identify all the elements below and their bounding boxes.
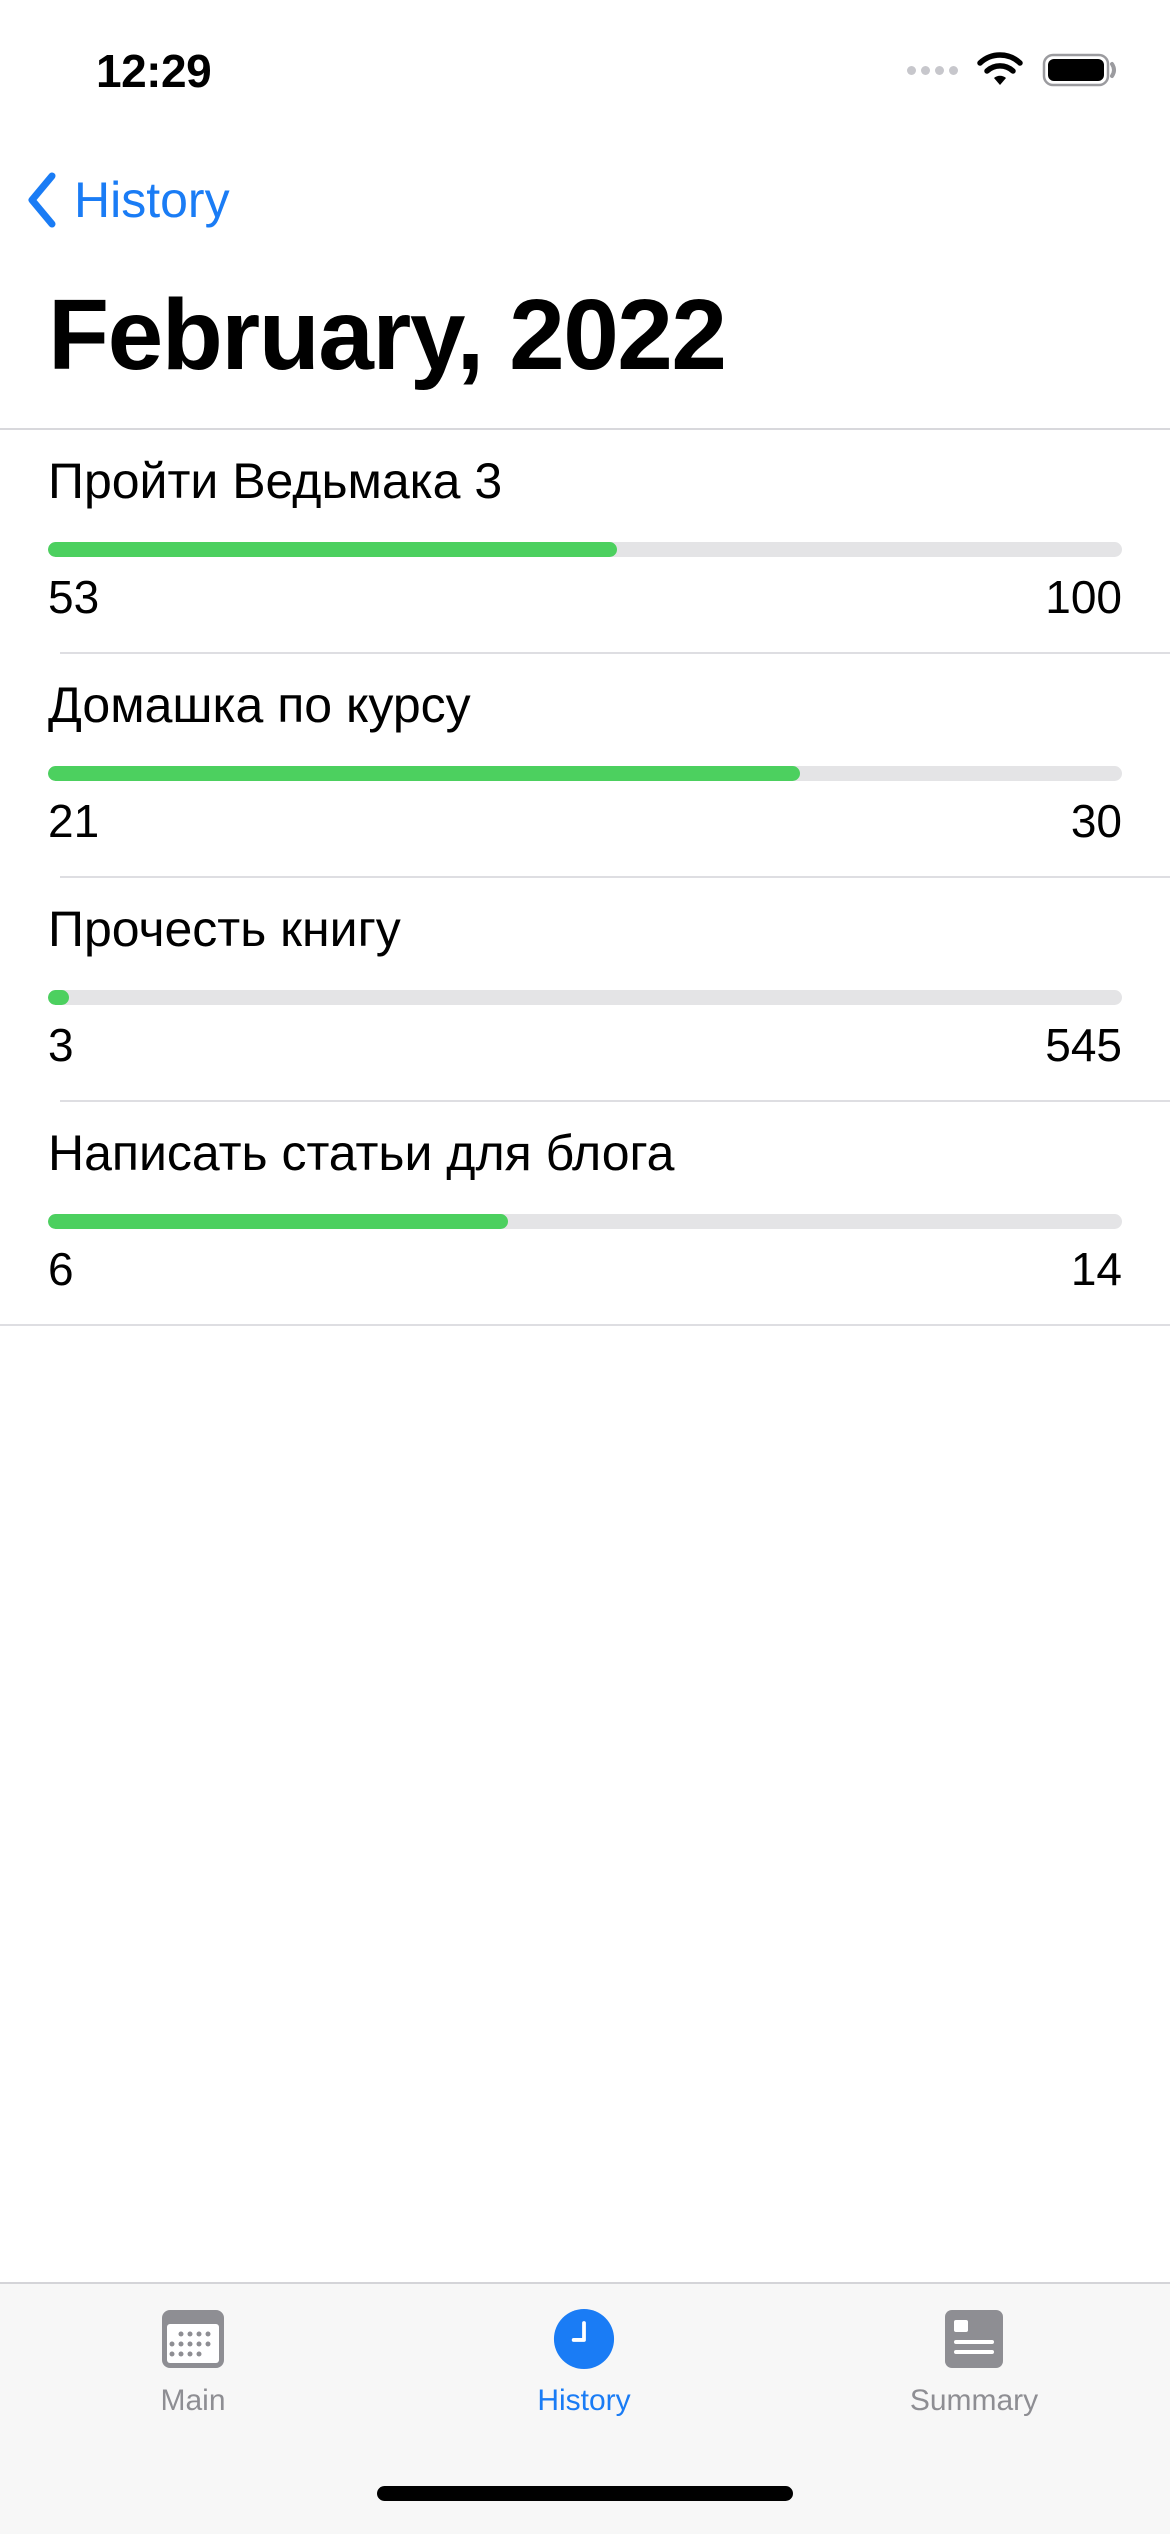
progress-fill bbox=[48, 1214, 509, 1229]
progress-bar bbox=[48, 1214, 1122, 1229]
status-indicators bbox=[907, 52, 1118, 88]
progress-fill bbox=[48, 766, 800, 781]
goal-title: Прочесть книгу bbox=[48, 901, 401, 957]
goal-row[interactable]: Прочесть книгу 3 545 bbox=[0, 878, 1170, 1102]
goal-title: Пройти Ведьмака 3 bbox=[48, 453, 503, 509]
goal-list: Пройти Ведьмака 3 53 100 Домашка по курс… bbox=[0, 430, 1170, 1326]
current-value: 6 bbox=[48, 1243, 74, 1295]
tab-main[interactable]: Main bbox=[63, 2308, 323, 2418]
home-indicator[interactable] bbox=[377, 2486, 793, 2501]
progress-bar bbox=[48, 542, 1122, 557]
progress-bar bbox=[48, 766, 1122, 781]
battery-icon bbox=[1042, 53, 1116, 87]
tab-label: Main bbox=[160, 2384, 226, 2417]
total-value: 14 bbox=[1070, 1243, 1122, 1295]
current-value: 3 bbox=[48, 1019, 74, 1071]
tab-summary[interactable]: Summary bbox=[844, 2308, 1104, 2418]
tab-label: Summary bbox=[909, 2384, 1039, 2417]
calendar-icon bbox=[162, 2310, 224, 2368]
cellular-signal-icon bbox=[907, 65, 958, 75]
back-button-label: History bbox=[74, 172, 230, 228]
status-time: 12:29 bbox=[96, 45, 212, 97]
page-title: February, 2022 bbox=[48, 279, 727, 391]
back-button[interactable]: History bbox=[24, 170, 230, 230]
summary-icon bbox=[945, 2310, 1003, 2368]
tab-label: History bbox=[537, 2384, 631, 2417]
divider bbox=[0, 1324, 1170, 1326]
goal-title: Домашка по курсу bbox=[48, 677, 471, 733]
clock-icon bbox=[553, 2308, 615, 2370]
status-bar: 12:29 bbox=[0, 0, 1170, 140]
current-value: 21 bbox=[48, 795, 100, 847]
wifi-icon bbox=[977, 52, 1023, 85]
goal-row[interactable]: Пройти Ведьмака 3 53 100 bbox=[0, 430, 1170, 654]
total-value: 545 bbox=[1045, 1019, 1122, 1071]
progress-bar bbox=[48, 990, 1122, 1005]
chevron-left-icon bbox=[28, 172, 56, 228]
current-value: 53 bbox=[48, 571, 100, 623]
total-value: 30 bbox=[1070, 795, 1122, 847]
progress-fill bbox=[48, 990, 70, 1005]
total-value: 100 bbox=[1045, 571, 1122, 623]
goal-row[interactable]: Написать статьи для блога 6 14 bbox=[0, 1102, 1170, 1326]
goal-row[interactable]: Домашка по курсу 21 30 bbox=[0, 654, 1170, 878]
progress-fill bbox=[48, 542, 618, 557]
tab-history[interactable]: History bbox=[454, 2308, 714, 2418]
goal-title: Написать статьи для блога bbox=[48, 1125, 675, 1181]
